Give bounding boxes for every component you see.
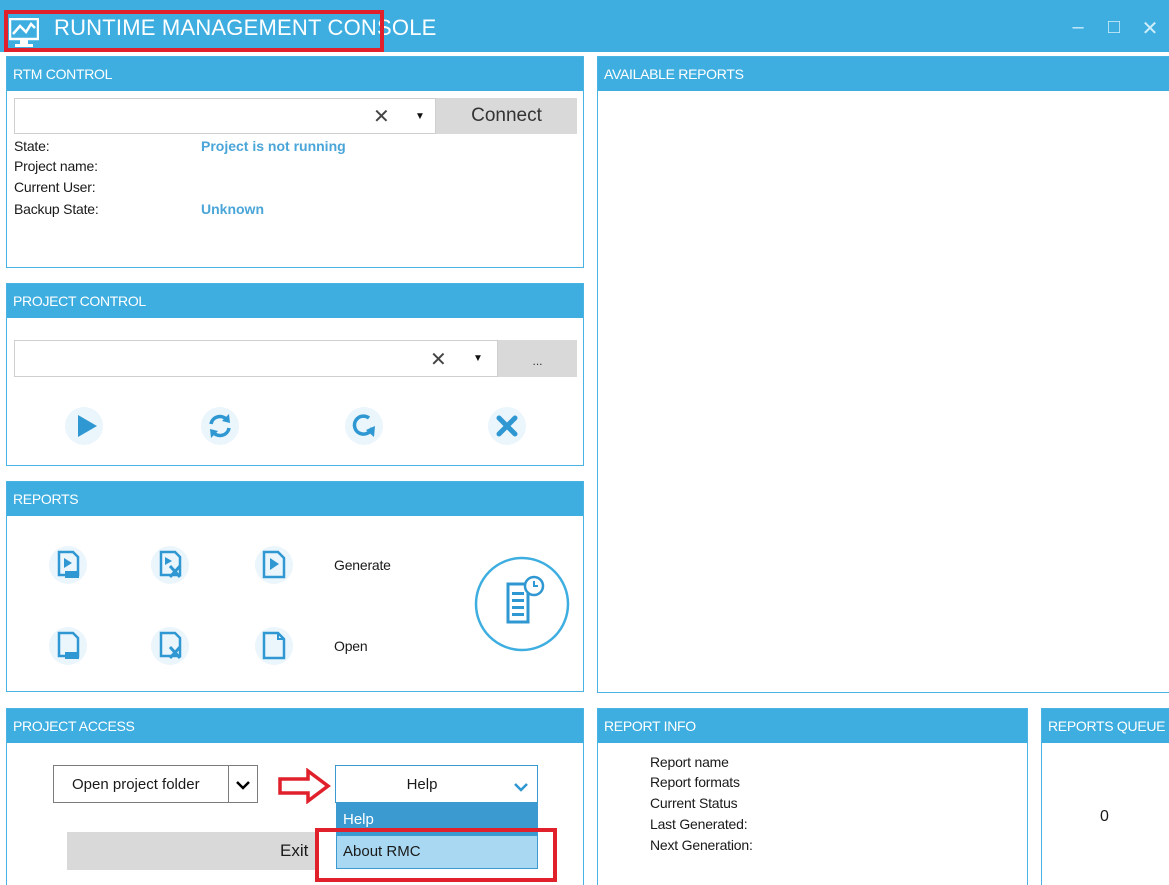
reload-icon[interactable] — [344, 406, 384, 446]
chevron-down-icon[interactable] — [236, 778, 250, 796]
report-name-label: Report name — [650, 754, 729, 770]
open-label: Open — [334, 638, 368, 654]
chevron-down-icon[interactable]: ▼ — [415, 111, 425, 122]
open-document-icon[interactable] — [254, 626, 294, 666]
generate-excel-icon[interactable] — [150, 545, 190, 585]
rtm-control-header: RTM CONTROL — [7, 57, 583, 91]
annotation-arrow-icon — [278, 767, 332, 809]
open-pdf-icon[interactable] — [48, 626, 88, 666]
maximize-button[interactable]: □ — [1100, 16, 1128, 38]
browse-button[interactable]: ... — [498, 340, 577, 377]
next-generation-label: Next Generation: — [650, 837, 753, 853]
generate-pdf-icon[interactable] — [48, 545, 88, 585]
current-user-label: Current User: — [14, 179, 96, 195]
server-combo[interactable]: ✕ ▼ — [14, 98, 436, 134]
current-status-label: Current Status — [650, 795, 738, 811]
schedule-report-icon[interactable] — [474, 556, 570, 652]
generate-document-icon[interactable] — [254, 545, 294, 585]
state-value: Project is not running — [201, 138, 346, 154]
last-generated-label: Last Generated: — [650, 816, 748, 832]
stop-icon[interactable] — [487, 406, 527, 446]
open-folder-dropdown[interactable]: Open project folder — [53, 765, 258, 803]
chevron-down-icon[interactable]: ▼ — [473, 353, 483, 364]
close-button[interactable]: ✕ — [1136, 16, 1164, 40]
project-access-header: PROJECT ACCESS — [7, 709, 583, 743]
project-control-header: PROJECT CONTROL — [7, 284, 583, 318]
play-icon[interactable] — [64, 406, 104, 446]
exit-button[interactable]: Exit — [67, 832, 317, 870]
project-combo[interactable]: ✕ ▼ — [14, 340, 498, 377]
report-info-header: REPORT INFO — [598, 709, 1027, 743]
open-excel-icon[interactable] — [150, 626, 190, 666]
reports-queue-header: REPORTS QUEUE — [1042, 709, 1169, 743]
backup-state-label: Backup State: — [14, 201, 99, 217]
clear-icon[interactable]: ✕ — [373, 104, 390, 129]
connect-button[interactable]: Connect — [436, 98, 577, 134]
minimize-button[interactable]: – — [1064, 16, 1092, 38]
backup-state-value: Unknown — [201, 201, 264, 217]
reports-header: REPORTS — [7, 482, 583, 516]
chevron-down-icon[interactable] — [514, 779, 528, 797]
project-name-label: Project name: — [14, 158, 98, 174]
queue-count: 0 — [1100, 808, 1109, 825]
help-select[interactable]: Help — [335, 765, 538, 803]
report-formats-label: Report formats — [650, 774, 740, 790]
reports-queue-panel: REPORTS QUEUE — [1041, 708, 1169, 885]
available-reports-panel: AVAILABLE REPORTS — [597, 56, 1169, 693]
help-select-value: Help — [406, 776, 438, 793]
dropdown-divider — [228, 766, 229, 802]
generate-label: Generate — [334, 557, 391, 573]
exit-label: Exit — [280, 841, 309, 860]
restart-icon[interactable] — [200, 406, 240, 446]
title-highlight-box — [4, 10, 384, 52]
available-reports-header: AVAILABLE REPORTS — [598, 57, 1169, 91]
open-folder-label: Open project folder — [72, 776, 200, 793]
clear-icon[interactable]: ✕ — [430, 347, 447, 372]
about-highlight-box — [315, 828, 557, 882]
state-label: State: — [14, 138, 50, 154]
